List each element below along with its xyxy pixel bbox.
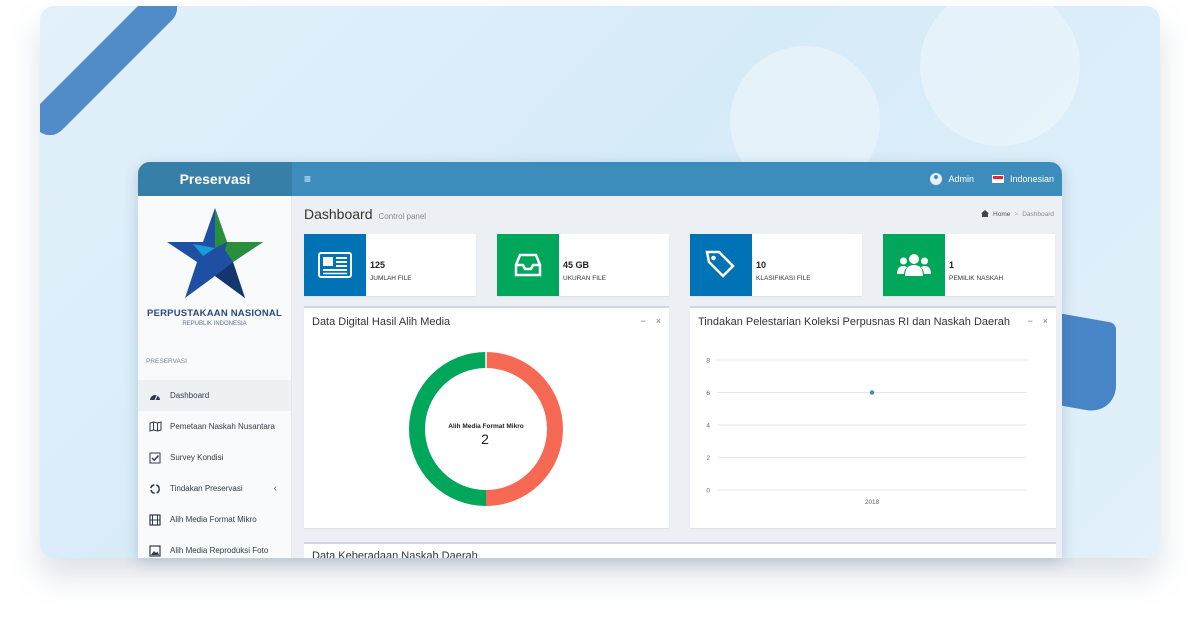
breadcrumb-separator: > [1014, 211, 1019, 218]
y-tick-label: 6 [706, 390, 710, 397]
home-icon [981, 210, 990, 219]
page-title: Dashboard [304, 206, 373, 222]
line-panel: Tindakan Pelestarian Koleksi Perpusnas R… [690, 306, 1056, 528]
stat-box-klasifikasi-file: 10 KLASIFIKASI FILE [690, 234, 862, 296]
stat-label: JUMLAH FILE [370, 275, 412, 282]
brand-logo[interactable]: Preservasi [138, 162, 292, 196]
donut-chart: Alih Media Format Mikro 2 [409, 352, 563, 506]
decorative-wedge [1056, 312, 1116, 416]
stat-value: 125 [370, 260, 386, 270]
user-avatar-icon [930, 173, 943, 185]
recycle-icon [148, 483, 162, 495]
language-label: Indonesian [1009, 174, 1054, 184]
tags-icon [690, 234, 752, 296]
logo-subtitle: REPUBLIK INDONESIA [182, 321, 247, 327]
stat-label: KLASIFIKASI FILE [756, 275, 811, 282]
donut-panel: Data Digital Hasil Alih Media − × Alih M… [304, 306, 669, 528]
checkbox-icon [148, 452, 162, 464]
newspaper-icon [304, 234, 366, 296]
decorative-bar [40, 6, 185, 143]
stat-box-ukuran-file: 45 GB UKURAN FILE [497, 234, 669, 296]
inbox-icon [497, 234, 559, 296]
dashboard-gauge-icon [148, 390, 162, 402]
page: Preservasi ≡ Admin Indonesian PERPUSTAKA… [0, 0, 1200, 632]
language-menu[interactable]: Indonesian [991, 174, 1054, 184]
top-navbar: Preservasi ≡ Admin Indonesian [138, 162, 1062, 196]
stat-box-jumlah-file: 125 JUMLAH FILE [304, 234, 476, 296]
y-tick-label: 8 [706, 358, 710, 365]
donut-center-label: Alih Media Format Mikro [448, 423, 524, 430]
decorative-circle [920, 6, 1080, 146]
stat-box-pemilik-naskah: 1 PEMILIK NASKAH [883, 234, 1055, 296]
user-menu[interactable]: Admin [930, 173, 974, 185]
sidebar-item-label: Pemetaan Naskah Nusantara [170, 422, 275, 431]
sidebar-item-alih-media-foto[interactable]: Alih Media Reproduksi Foto [138, 535, 291, 558]
page-heading: Dashboard Control panel [304, 206, 426, 222]
naskah-daerah-panel: Data Keberadaan Naskah Daerah [304, 542, 1056, 558]
line-chart: 8 6 4 2 0 2018 [706, 358, 1026, 506]
x-tick-label: 2018 [865, 499, 880, 506]
map-icon [148, 421, 162, 433]
indonesia-flag-icon [991, 175, 1004, 183]
sidebar-item-alih-media-mikro[interactable]: Alih Media Format Mikro [138, 504, 291, 535]
stat-label: PEMILIK NASKAH [949, 275, 1004, 282]
main-content: Dashboard Control panel Home > Dashboard… [292, 196, 1062, 558]
menu-toggle-icon[interactable]: ≡ [304, 172, 311, 186]
app-window: Preservasi ≡ Admin Indonesian PERPUSTAKA… [138, 162, 1062, 558]
stat-value: 10 [756, 260, 767, 270]
sidebar-item-label: Tindakan Preservasi [170, 484, 243, 493]
stat-value: 45 GB [563, 260, 590, 270]
film-icon [148, 513, 162, 526]
sidebar-item-dashboard[interactable]: Dashboard [138, 380, 291, 411]
breadcrumb-home[interactable]: Home [993, 211, 1010, 218]
sidebar-item-label: Survey Kondisi [170, 453, 224, 462]
sidebar-section-header: PRESERVASI [146, 358, 187, 365]
page-subtitle: Control panel [378, 212, 427, 221]
y-tick-label: 0 [706, 488, 710, 495]
breadcrumb-current: Dashboard [1022, 211, 1054, 218]
institution-logo: PERPUSTAKAAN NASIONAL REPUBLIK INDONESIA [138, 196, 291, 346]
sidebar-item-label: Alih Media Reproduksi Foto [170, 546, 269, 555]
breadcrumb: Home > Dashboard [981, 210, 1054, 219]
users-icon [883, 234, 945, 296]
chevron-left-icon: ‹ [273, 483, 277, 494]
sidebar-item-pemetaan[interactable]: Pemetaan Naskah Nusantara [138, 411, 291, 442]
sidebar-item-label: Dashboard [170, 391, 210, 400]
sidebar: PERPUSTAKAAN NASIONAL REPUBLIK INDONESIA… [138, 196, 292, 558]
sidebar-item-survey[interactable]: Survey Kondisi [138, 442, 291, 473]
stat-value: 1 [949, 260, 955, 270]
y-tick-label: 4 [706, 423, 710, 430]
sidebar-item-tindakan[interactable]: Tindakan Preservasi ‹ [138, 473, 291, 504]
panel-title: Data Keberadaan Naskah Daerah [312, 550, 478, 558]
sidebar-item-label: Alih Media Format Mikro [170, 515, 257, 524]
image-icon [148, 544, 162, 557]
user-name: Admin [948, 174, 974, 184]
stat-label: UKURAN FILE [563, 275, 606, 282]
star-logo-icon [166, 208, 263, 298]
logo-title: PERPUSTAKAAN NASIONAL [147, 308, 282, 319]
y-tick-label: 2 [706, 455, 710, 462]
data-point[interactable] [869, 390, 875, 395]
donut-center-value: 2 [481, 431, 489, 447]
